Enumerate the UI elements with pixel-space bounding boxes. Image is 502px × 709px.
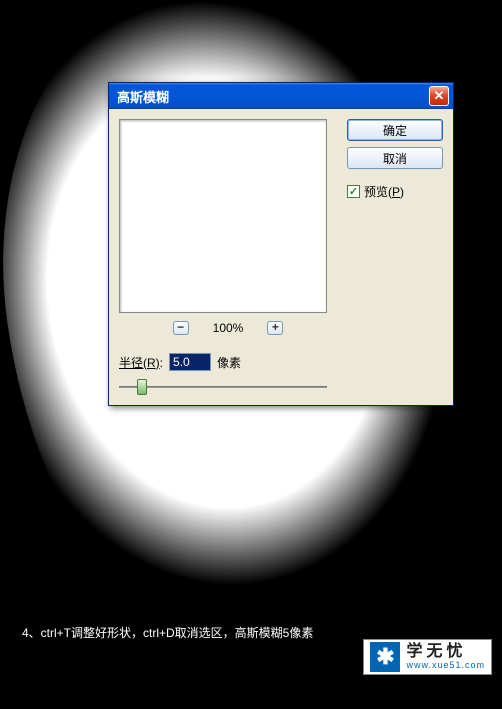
- gaussian-blur-dialog: 高斯模糊 ✕ − 100% + 半径(R): 像素 确定 取消: [108, 82, 454, 406]
- slider-thumb[interactable]: [137, 379, 147, 395]
- watermark: ✱ 学无忧 www.xue51.com: [363, 639, 492, 675]
- dialog-body: − 100% + 半径(R): 像素 确定 取消 ✓ 预览(P): [109, 109, 453, 405]
- radius-unit: 像素: [217, 354, 241, 371]
- radius-row: 半径(R): 像素: [119, 353, 337, 371]
- close-button[interactable]: ✕: [429, 86, 449, 106]
- watermark-text: 学无忧 www.xue51.com: [406, 643, 485, 670]
- radius-label: 半径(R):: [119, 354, 163, 371]
- step-caption: 4、ctrl+T调整好形状，ctrl+D取消选区，高斯模糊5像素: [22, 624, 313, 641]
- watermark-main: 学无忧: [406, 643, 485, 661]
- preview-checkbox[interactable]: ✓: [347, 185, 360, 198]
- dialog-left-column: − 100% + 半径(R): 像素: [119, 119, 337, 395]
- cancel-button[interactable]: 取消: [347, 147, 443, 169]
- watermark-icon: ✱: [370, 642, 400, 672]
- slider-track: [119, 386, 327, 388]
- zoom-controls: − 100% +: [119, 321, 337, 335]
- ok-button[interactable]: 确定: [347, 119, 443, 141]
- dialog-right-column: 确定 取消 ✓ 预览(P): [347, 119, 443, 395]
- zoom-out-button[interactable]: −: [173, 321, 189, 335]
- dialog-titlebar[interactable]: 高斯模糊 ✕: [109, 83, 453, 109]
- radius-slider[interactable]: [119, 379, 327, 395]
- preview-checkbox-row: ✓ 预览(P): [347, 183, 443, 200]
- watermark-sub: www.xue51.com: [406, 661, 485, 671]
- preview-canvas[interactable]: [119, 119, 327, 313]
- zoom-in-button[interactable]: +: [267, 321, 283, 335]
- radius-input[interactable]: [169, 353, 211, 371]
- preview-label: 预览(P): [364, 183, 404, 200]
- zoom-value: 100%: [213, 321, 244, 335]
- dialog-title: 高斯模糊: [117, 87, 429, 106]
- close-icon: ✕: [434, 88, 445, 104]
